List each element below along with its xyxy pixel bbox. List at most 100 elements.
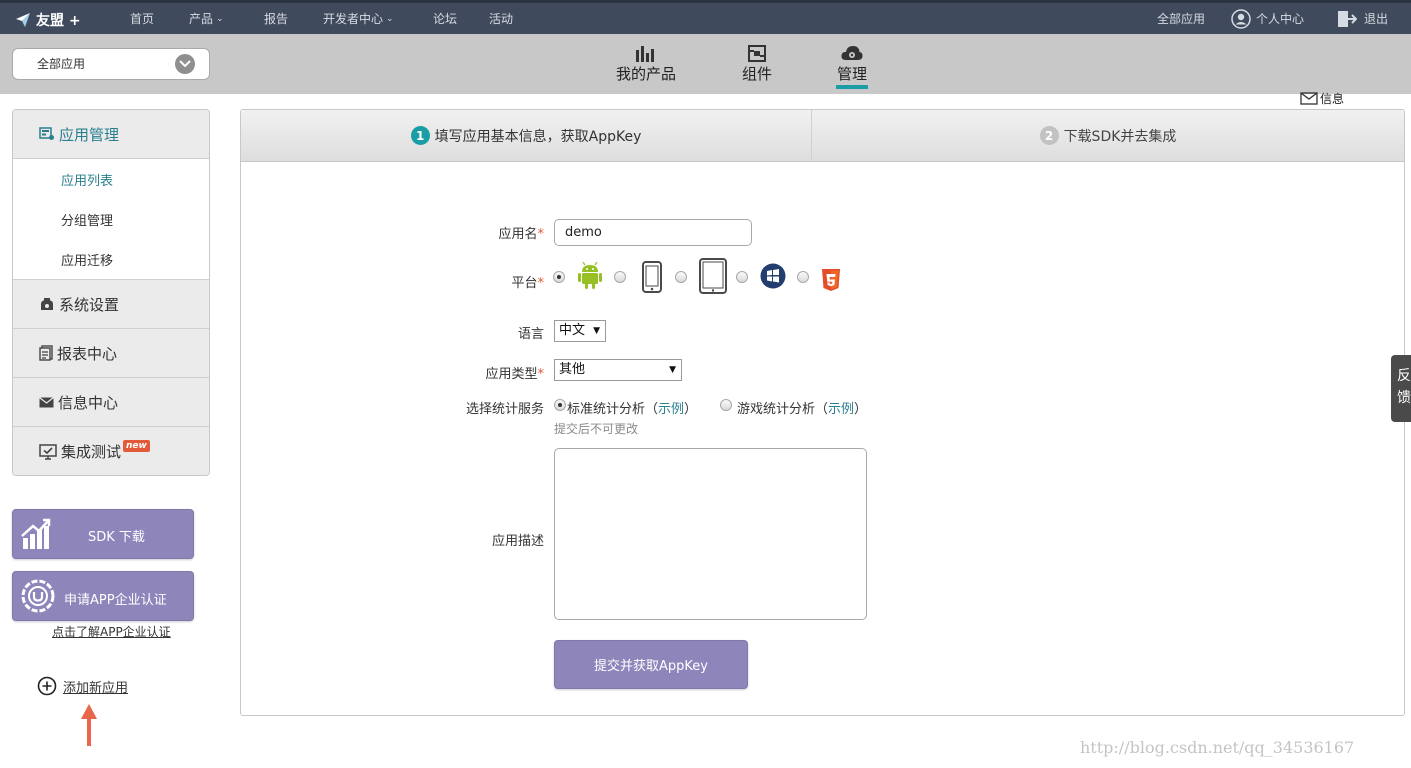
platform-radio-android[interactable] — [553, 271, 565, 283]
tab-components[interactable]: 组件 — [741, 42, 773, 92]
message-link[interactable]: 信息 — [1300, 90, 1344, 107]
ipad-icon — [699, 258, 727, 294]
user-avatar-icon — [1231, 8, 1251, 29]
nav-developer-center[interactable]: 开发者中心 ⌄ — [323, 3, 394, 34]
sidebar-group-info-center[interactable]: 信息中心 — [13, 378, 209, 427]
sidebar-group-integration-test[interactable]: 集成测试 new — [13, 427, 209, 475]
sidebar-group-app-manage[interactable]: 应用管理 — [13, 110, 209, 159]
service-example-link[interactable]: 示例 — [828, 402, 854, 417]
arrow-up-icon — [81, 704, 97, 746]
sidebar-sub-items: 应用列表 分组管理 应用迁移 — [13, 159, 209, 280]
nav-forum[interactable]: 论坛 — [433, 3, 457, 34]
step-number: 2 — [1039, 126, 1059, 145]
bar-chart-icon — [614, 42, 678, 62]
sidebar-group-label: 信息中心 — [58, 393, 119, 412]
sidebar-item-label: 分组管理 — [61, 213, 114, 229]
all-apps-link[interactable]: 全部应用 — [1157, 3, 1205, 34]
app-select-dropdown[interactable]: 全部应用 — [12, 48, 210, 80]
create-app-panel: 1 填写应用基本信息，获取AppKey 2 下载SDK并去集成 应用名* 平台*… — [240, 109, 1405, 716]
app-type-label: 应用类型* — [485, 367, 544, 382]
add-new-app-link[interactable]: 添加新应用 — [37, 676, 128, 696]
sidebar-group-system-settings[interactable]: 系统设置 — [13, 280, 209, 329]
top-navbar: 友盟 + 首页 产品 ⌄ 报告 开发者中心 ⌄ 论坛 活动 全部应用 个人中心 退出 — [0, 0, 1411, 34]
nav-events[interactable]: 活动 — [489, 3, 513, 34]
profile-label: 个人中心 — [1256, 12, 1305, 26]
service-option-label: 标准统计分析 — [567, 402, 646, 417]
step-label: 下载SDK并去集成 — [1063, 128, 1177, 145]
sidebar-menu: 应用管理 应用列表 分组管理 应用迁移 系统设置 报表中心 信息中心 集成测试 … — [12, 109, 210, 476]
language-select[interactable]: 中文 ▼ — [554, 320, 606, 342]
service-example-link[interactable]: 示例 — [658, 402, 684, 417]
profile-link[interactable]: 个人中心 — [1231, 3, 1304, 34]
service-radio-standard[interactable] — [554, 399, 566, 411]
envelope-icon — [1300, 92, 1318, 105]
enterprise-cert-button[interactable]: 申请APP企业认证 — [12, 571, 194, 621]
step-indicator: 1 填写应用基本信息，获取AppKey 2 下载SDK并去集成 — [241, 110, 1404, 162]
triangle-down-icon: ▼ — [593, 326, 600, 336]
platform-label: 平台* — [511, 276, 544, 291]
sdk-download-button[interactable]: SDK 下载 — [12, 509, 194, 559]
platform-radio-ipad[interactable] — [675, 271, 687, 283]
logout-link[interactable]: 退出 — [1337, 3, 1388, 34]
submit-get-appkey-button[interactable]: 提交并获取AppKey — [554, 640, 748, 689]
android-icon — [578, 262, 602, 289]
brand-logo[interactable]: 友盟 + — [14, 9, 81, 31]
service-note: 提交后不可更改 — [554, 422, 639, 436]
sidebar-item-app-list[interactable]: 应用列表 — [13, 159, 209, 199]
sidebar-item-label: 应用迁移 — [61, 253, 114, 269]
nav-label: 报告 — [264, 12, 289, 26]
sdk-download-label: SDK 下载 — [88, 530, 145, 545]
platform-radio-iphone[interactable] — [614, 271, 626, 283]
platform-radio-html5[interactable] — [797, 271, 809, 283]
service-radio-game[interactable] — [720, 399, 732, 411]
enterprise-cert-label: 申请APP企业认证 — [64, 593, 167, 608]
cloud-gear-icon — [836, 42, 868, 62]
nav-label: 论坛 — [433, 12, 458, 26]
app-type-select[interactable]: 其他 ▼ — [554, 359, 682, 381]
nav-reports[interactable]: 报告 — [264, 3, 288, 34]
app-select-value: 全部应用 — [37, 57, 86, 71]
certification-badge-icon — [21, 579, 55, 613]
umeng-logo-icon — [16, 13, 30, 27]
service-option-standard[interactable]: 标准统计分析（示例） — [567, 398, 697, 417]
nav-home[interactable]: 首页 — [130, 3, 154, 34]
nav-label: 开发者中心 — [323, 12, 384, 26]
platform-radio-windows-phone[interactable] — [736, 271, 748, 283]
all-apps-label: 全部应用 — [1157, 12, 1206, 26]
service-option-game[interactable]: 游戏统计分析（示例） — [737, 398, 867, 417]
tab-label: 我的产品 — [615, 65, 676, 83]
tab-my-products[interactable]: 我的产品 — [614, 42, 678, 92]
nav-label: 活动 — [489, 12, 514, 26]
tab-manage[interactable]: 管理 — [836, 42, 868, 92]
sidebar-group-label: 系统设置 — [59, 295, 120, 314]
nav-products[interactable]: 产品 ⌄ — [189, 3, 224, 34]
app-name-input[interactable] — [554, 219, 752, 246]
logout-icon — [1338, 10, 1357, 27]
app-desc-label: 应用描述 — [491, 534, 544, 549]
nav-label: 首页 — [130, 12, 155, 26]
html5-icon — [822, 269, 840, 291]
sidebar-group-label: 报表中心 — [57, 344, 118, 363]
service-option-label: 游戏统计分析 — [737, 402, 816, 417]
product-tabs-bar: 全部应用 我的产品 组件 管理 信息 — [0, 34, 1411, 106]
sidebar-item-group-manage[interactable]: 分组管理 — [13, 199, 209, 239]
enterprise-cert-info-link[interactable]: 点击了解APP企业认证 — [52, 623, 171, 640]
brand-name: 友盟 + — [36, 13, 81, 29]
iphone-icon — [642, 261, 662, 293]
sidebar-group-label: 应用管理 — [59, 125, 120, 144]
tab-label: 管理 — [836, 64, 868, 89]
language-label: 语言 — [517, 327, 544, 342]
app-type-value: 其他 — [559, 362, 586, 377]
step-label: 填写应用基本信息，获取AppKey — [434, 128, 642, 145]
sidebar-item-app-migrate[interactable]: 应用迁移 — [13, 239, 209, 279]
sidebar-item-label: 应用列表 — [61, 173, 114, 189]
message-label: 信息 — [1320, 92, 1345, 106]
triangle-down-icon: ▼ — [669, 365, 676, 375]
growth-chart-icon — [21, 518, 51, 549]
report-icon — [39, 345, 53, 361]
app-desc-textarea[interactable] — [554, 448, 867, 620]
sidebar-group-report-center[interactable]: 报表中心 — [13, 329, 209, 378]
feedback-tab[interactable]: 反馈 — [1391, 355, 1411, 422]
windows-phone-icon — [760, 263, 786, 289]
mail-icon — [39, 396, 54, 407]
